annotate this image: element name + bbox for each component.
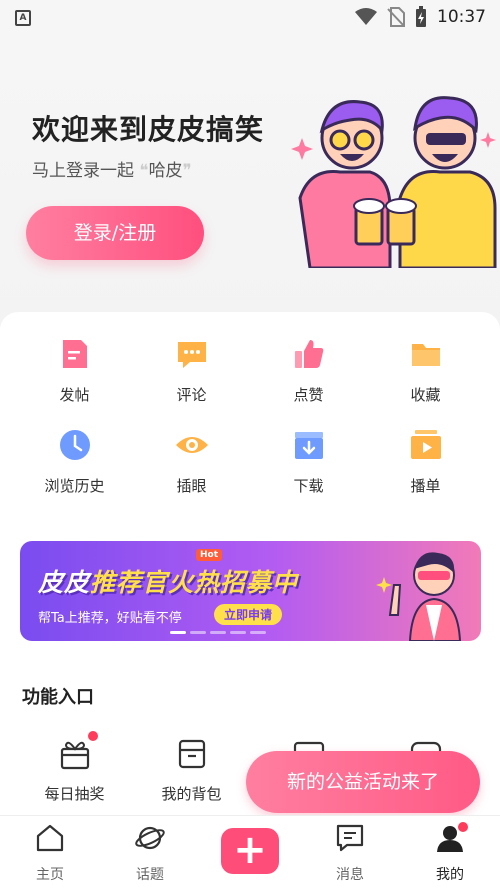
tab-me[interactable]: 我的 (410, 822, 490, 884)
page-dot (230, 631, 246, 634)
open-quote-icon: ❝ (139, 161, 149, 181)
banner-pagination (170, 631, 266, 634)
subtitle-quoted: 哈皮 (148, 161, 183, 181)
my-backpack-entry[interactable]: 我的背包 (133, 737, 250, 804)
recruit-banner[interactable]: Hot 皮皮推荐官火热招募中 帮Ta上推荐，好贴看不停 立即申请 (20, 541, 481, 641)
notification-badge (458, 822, 468, 832)
wifi-icon (355, 8, 377, 25)
quick-action-label: 浏览历史 (44, 477, 105, 495)
quick-action-download[interactable]: 下载 (250, 427, 367, 496)
tab-label: 主页 (36, 867, 64, 883)
clock-icon (59, 430, 90, 460)
mascot-illustration (376, 552, 462, 641)
charity-activity-toast[interactable]: 新的公益活动来了 (246, 751, 480, 813)
tab-messages[interactable]: 消息 (310, 822, 390, 884)
status-bar: A 10:37 (0, 0, 500, 36)
quick-action-comment[interactable]: 评论 (133, 336, 250, 405)
tab-home[interactable]: 主页 (10, 822, 90, 884)
banner-title-part-a: 皮皮 (38, 568, 91, 597)
banner-title-part-b: 推荐官 (90, 568, 169, 597)
banner-title-part-c: 火热招募中 (168, 568, 299, 597)
playlist-icon (410, 430, 441, 459)
folder-icon (411, 344, 440, 366)
close-quote-icon: ❞ (182, 161, 192, 181)
download-icon (294, 432, 323, 459)
quick-action-label: 收藏 (410, 386, 441, 404)
login-hero: 欢迎来到皮皮搞笑 马上登录一起 ❝哈皮❞ 登录/注册 (0, 36, 500, 326)
post-icon (62, 340, 87, 368)
bottom-tab-bar: 主页 话题 + 消息 我的 (0, 815, 500, 890)
subtitle-prefix: 马上登录一起 (32, 161, 134, 181)
planet-icon (135, 826, 165, 850)
quick-action-post[interactable]: 发帖 (16, 336, 133, 405)
banner-title: 皮皮推荐官火热招募中 (38, 563, 298, 599)
quick-action-label: 播单 (410, 477, 441, 495)
page-dot (190, 631, 206, 634)
message-icon (336, 824, 364, 852)
quick-action-label: 下载 (293, 477, 324, 495)
welcome-subtitle: 马上登录一起 ❝哈皮❞ (32, 156, 192, 181)
banner-subtitle: 帮Ta上推荐，好贴看不停 (38, 611, 182, 626)
quick-action-label: 评论 (176, 386, 207, 404)
cheering-friends-illustration (291, 96, 497, 268)
quick-action-label: 发帖 (59, 386, 90, 404)
daily-lottery-entry[interactable]: 每日抽奖 (16, 731, 133, 804)
home-icon (36, 824, 64, 852)
quick-action-favorite[interactable]: 收藏 (367, 336, 484, 405)
no-sim-icon (387, 7, 405, 27)
page-dot (210, 631, 226, 634)
gift-icon (60, 741, 89, 770)
eye-icon (175, 437, 208, 453)
quick-actions-grid: 发帖 评论 点赞 收藏 浏览历史 插眼 下载 播单 (16, 336, 484, 496)
add-post-button[interactable]: + (221, 828, 279, 874)
quick-action-label: 点赞 (293, 386, 324, 404)
notification-badge (88, 731, 98, 741)
comment-icon (177, 342, 206, 368)
functions-title: 功能入口 (22, 687, 94, 708)
hot-badge: Hot (196, 549, 223, 561)
apply-now-button[interactable]: 立即申请 (214, 604, 283, 625)
tab-label: 我的 (436, 867, 464, 883)
box-icon (178, 739, 205, 769)
function-label: 我的背包 (161, 785, 222, 803)
battery-charging-icon (416, 6, 426, 27)
quick-action-history[interactable]: 浏览历史 (16, 427, 133, 496)
tab-label: 消息 (336, 867, 364, 883)
quick-action-like[interactable]: 点赞 (250, 336, 367, 405)
welcome-title: 欢迎来到皮皮搞笑 (32, 113, 265, 146)
app-notification-icon: A (15, 10, 31, 26)
clock-time: 10:37 (437, 7, 486, 27)
function-label: 每日抽奖 (44, 785, 105, 803)
quick-action-watch[interactable]: 插眼 (133, 427, 250, 496)
page-dot (170, 631, 186, 634)
login-register-button[interactable]: 登录/注册 (26, 206, 204, 260)
tab-topics[interactable]: 话题 (110, 822, 190, 884)
tab-label: 话题 (136, 867, 164, 883)
quick-action-playlist[interactable]: 播单 (367, 427, 484, 496)
page-dot (250, 631, 266, 634)
thumbs-up-icon (294, 340, 323, 368)
quick-action-label: 插眼 (176, 477, 207, 495)
